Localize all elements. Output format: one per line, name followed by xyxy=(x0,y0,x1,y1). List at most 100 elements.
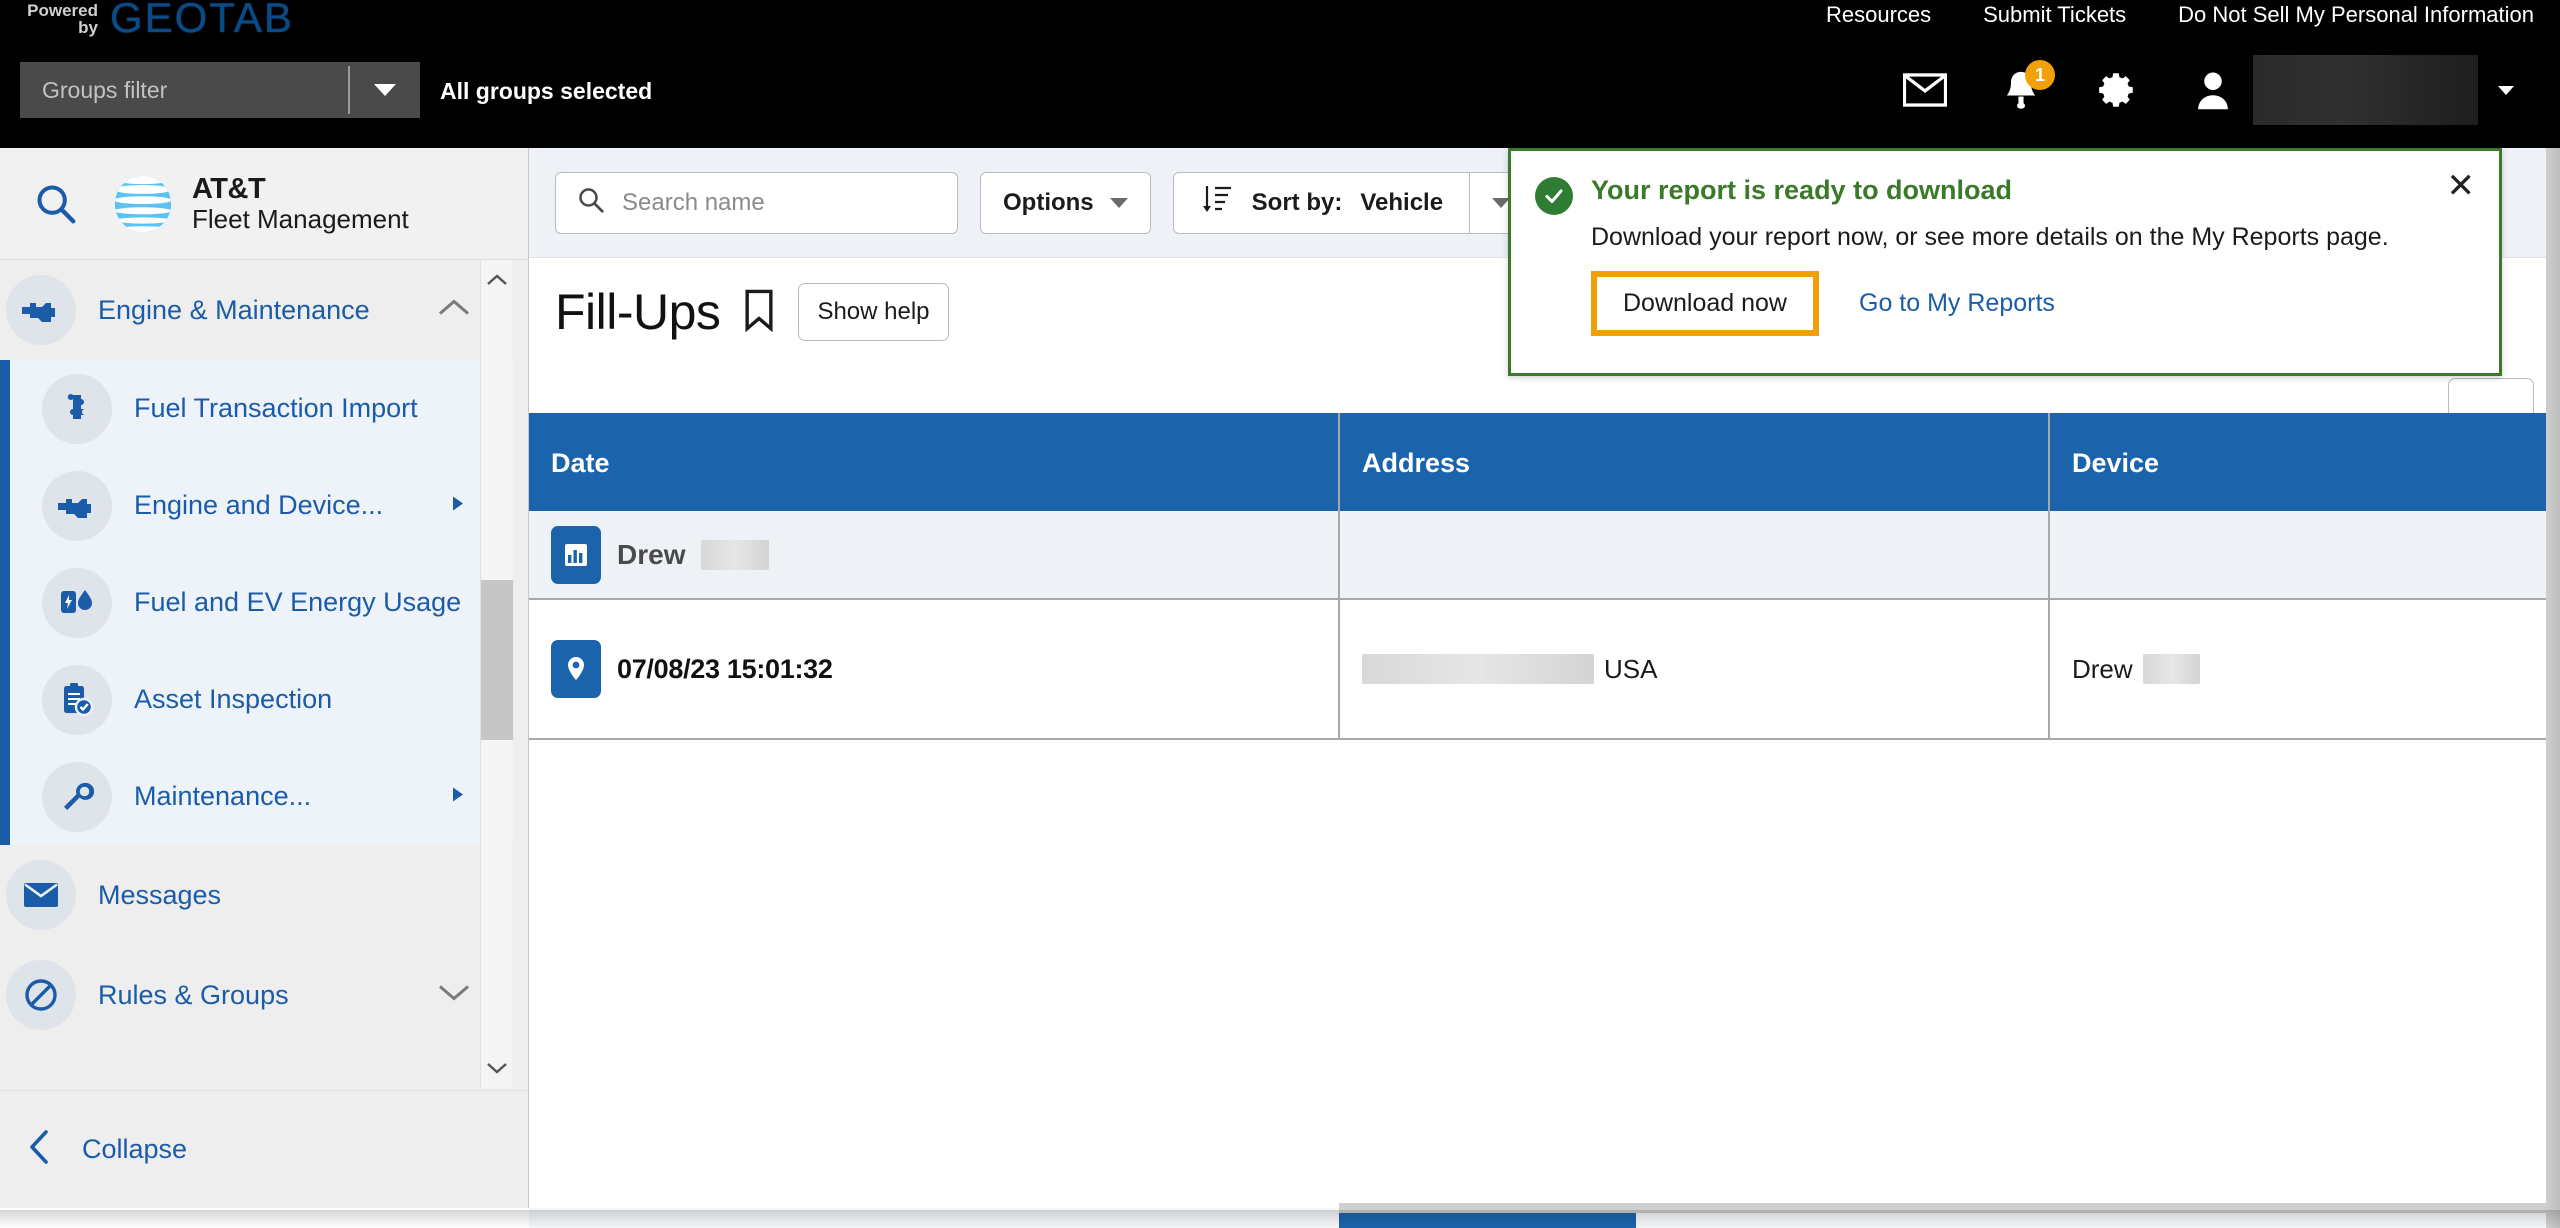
sidebar-nav: Engine & Maintenance Fuel Transaction Im… xyxy=(0,260,513,1088)
group-row-address-cell xyxy=(1339,511,2050,600)
geotab-logo: GEOTAB xyxy=(110,0,294,41)
report-ready-toast: Your report is ready to download Downloa… xyxy=(1508,148,2502,376)
att-brand-line2: Fleet Management xyxy=(192,204,409,235)
sidebar-collapse-button[interactable]: Collapse xyxy=(0,1090,528,1208)
chevron-down-icon xyxy=(1109,197,1128,208)
app-window: Powered by GEOTAB Resources Submit Ticke… xyxy=(0,0,2560,1228)
user-name-redacted[interactable] xyxy=(2253,55,2478,125)
column-header-date[interactable]: Date xyxy=(529,413,1340,511)
sidebar-item-messages[interactable]: Messages xyxy=(0,845,513,945)
sidebar-scrollbar[interactable] xyxy=(480,260,513,1088)
row-date-value: 07/08/23 15:01:32 xyxy=(617,653,833,684)
search-input[interactable] xyxy=(622,188,922,217)
toast-body: Download your report now, or see more de… xyxy=(1591,223,2389,251)
page-title: Fill-Ups xyxy=(555,284,721,340)
sidebar-item-engine-and-device[interactable]: Engine and Device... xyxy=(10,457,513,554)
map-pin-icon xyxy=(551,640,601,698)
cell-address: USA xyxy=(1339,599,2050,740)
sidebar-item-label: Messages xyxy=(98,879,222,910)
sort-descending-icon xyxy=(1200,183,1234,222)
sidebar-item-label: Fuel and EV Energy Usage xyxy=(134,587,462,617)
group-row-name-cell: Drew xyxy=(529,511,1340,600)
rules-icon xyxy=(6,960,76,1030)
sidebar-item-fuel-transaction-import[interactable]: Fuel Transaction Import xyxy=(10,360,513,457)
search-input-wrapper[interactable] xyxy=(555,171,958,234)
top-links: Resources Submit Tickets Do Not Sell My … xyxy=(1826,2,2534,28)
att-brand-line1: AT&T xyxy=(192,172,266,205)
sidebar-subnav: Fuel Transaction Import Engine and Devic… xyxy=(0,360,513,845)
sidebar-item-maintenance[interactable]: Maintenance... xyxy=(10,748,513,845)
groups-filter-label: Groups filter xyxy=(42,76,168,103)
close-icon[interactable]: ✕ xyxy=(2447,169,2476,203)
collapse-label: Collapse xyxy=(82,1134,188,1164)
chevron-right-icon xyxy=(451,785,465,808)
group-row-name: Drew xyxy=(617,538,686,570)
go-to-my-reports-link[interactable]: Go to My Reports xyxy=(1859,289,2055,318)
sidebar-main-items: Messages Rules & Groups xyxy=(0,845,513,1045)
mail-icon[interactable] xyxy=(1877,58,1973,122)
address-redacted xyxy=(1362,654,1594,684)
options-label: Options xyxy=(1003,188,1094,216)
check-circle-icon xyxy=(1535,177,1573,215)
table-hscroll-thumb[interactable] xyxy=(1339,1213,1636,1228)
fill-ups-table-wrapper: Date Address Device Drew 07/08/23 15:01:… xyxy=(529,413,2560,1228)
chevron-left-icon xyxy=(28,1129,52,1170)
top-icon-group: 1 xyxy=(1877,55,2534,125)
sidebar-item-label: Asset Inspection xyxy=(134,684,333,714)
notification-badge: 1 xyxy=(2025,60,2055,90)
powered-by-line1: Powered xyxy=(27,1,98,20)
sort-by-split-button: Sort by: Vehicle xyxy=(1172,171,1534,234)
table-header-row: Date Address Device xyxy=(529,413,2560,511)
top-link-do-not-sell[interactable]: Do Not Sell My Personal Information xyxy=(2178,2,2534,28)
wrench-icon xyxy=(42,761,112,832)
envelope-icon xyxy=(6,860,76,930)
column-header-device[interactable]: Device xyxy=(2049,413,2560,511)
chevron-up-icon xyxy=(437,298,471,323)
sidebar-group-engine-maintenance[interactable]: Engine & Maintenance xyxy=(0,260,513,360)
sidebar-item-fuel-and-ev-energy-usage[interactable]: Fuel and EV Energy Usage xyxy=(10,554,513,651)
chevron-down-icon xyxy=(437,983,471,1008)
scroll-down-arrow-icon[interactable] xyxy=(481,1048,513,1088)
scroll-up-arrow-icon[interactable] xyxy=(481,260,513,300)
browser-right-edge xyxy=(2546,148,2560,1228)
options-button[interactable]: Options xyxy=(980,171,1151,234)
top-link-resources[interactable]: Resources xyxy=(1826,2,1931,28)
powered-by-line2: by xyxy=(78,18,98,37)
download-now-button[interactable]: Download now xyxy=(1591,271,1819,336)
groups-filter-caret[interactable] xyxy=(350,62,420,118)
sort-by-button[interactable]: Sort by: Vehicle xyxy=(1174,173,1469,233)
gear-icon[interactable] xyxy=(2069,58,2165,122)
column-header-address[interactable]: Address xyxy=(1339,413,2050,511)
show-help-button[interactable]: Show help xyxy=(798,283,949,341)
user-menu-caret[interactable] xyxy=(2478,58,2534,122)
address-country: USA xyxy=(1604,653,1658,684)
groups-filter-dropdown[interactable]: Groups filter xyxy=(20,62,420,118)
user-icon[interactable] xyxy=(2165,58,2261,122)
table-group-row[interactable]: Drew xyxy=(529,511,2560,600)
top-link-submit-tickets[interactable]: Submit Tickets xyxy=(1983,2,2126,28)
cell-date: 07/08/23 15:01:32 xyxy=(529,599,1340,740)
engine-icon xyxy=(42,470,112,541)
bell-icon[interactable]: 1 xyxy=(1973,58,2069,122)
fuel-ev-icon xyxy=(42,567,112,638)
sidebar-scroll-thumb[interactable] xyxy=(481,580,513,740)
sidebar-search-button[interactable] xyxy=(0,181,112,227)
table-row[interactable]: 07/08/23 15:01:32 USA Drew xyxy=(529,599,2560,740)
top-header-bar: Powered by GEOTAB Resources Submit Ticke… xyxy=(0,0,2560,148)
device-name: Drew xyxy=(2072,653,2133,684)
bookmark-icon[interactable] xyxy=(742,288,776,337)
sidebar-item-label: Rules & Groups xyxy=(98,979,289,1010)
sidebar-item-asset-inspection[interactable]: Asset Inspection xyxy=(10,651,513,748)
show-help-label: Show help xyxy=(817,298,930,325)
sidebar: AT&T Fleet Management Engine & Maintenan… xyxy=(0,148,529,1208)
table-hscroll-track[interactable] xyxy=(1339,1203,2560,1213)
chevron-right-icon xyxy=(451,494,465,517)
engine-icon xyxy=(6,275,76,345)
sidebar-item-label: Engine and Device... xyxy=(134,490,384,520)
toast-actions: Download now Go to My Reports xyxy=(1591,271,2055,336)
device-redacted xyxy=(2142,654,2200,684)
sidebar-group-label: Engine & Maintenance xyxy=(98,294,370,325)
sidebar-item-rules-groups[interactable]: Rules & Groups xyxy=(0,945,513,1045)
sidebar-header: AT&T Fleet Management xyxy=(0,148,528,260)
sort-by-label: Sort by: xyxy=(1251,188,1343,216)
